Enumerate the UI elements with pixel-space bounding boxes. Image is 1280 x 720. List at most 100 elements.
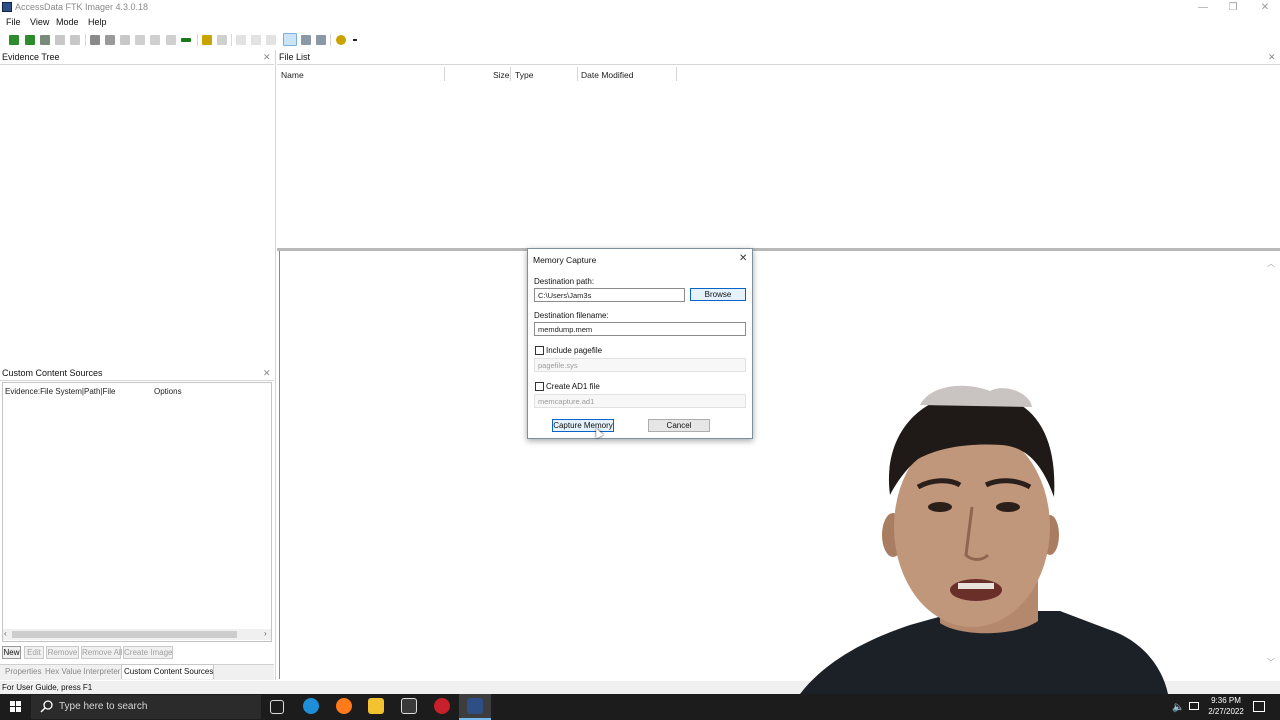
decrypt-icon[interactable]: [166, 35, 176, 45]
webcam-overlay: [790, 385, 1180, 694]
create-image-button[interactable]: Create Image: [123, 646, 173, 659]
create-disk-image-icon[interactable]: [90, 35, 100, 45]
edge-browser-icon[interactable]: [303, 698, 319, 714]
add-to-custom-content-icon[interactable]: [135, 35, 145, 45]
add-to-custom-icon[interactable]: [266, 35, 276, 45]
restore-icon[interactable]: ❐: [1218, 0, 1248, 15]
viewer-splitter[interactable]: [277, 248, 1280, 251]
browse-button[interactable]: Browse: [690, 288, 746, 301]
menu-view[interactable]: View: [30, 17, 49, 27]
dialog-title: Memory Capture: [533, 255, 597, 265]
file-list-title: File List: [279, 52, 311, 62]
remove-button[interactable]: Remove: [46, 646, 79, 659]
capture-memory-button[interactable]: Capture Memory: [552, 419, 614, 432]
volume-icon[interactable]: 🔈: [1172, 702, 1184, 713]
destination-path-field[interactable]: C:\Users\Jam3s: [534, 288, 685, 302]
create-ad1-label[interactable]: Create AD1 file: [546, 382, 600, 391]
app-logo-icon: [2, 2, 12, 12]
destination-filename-field[interactable]: memdump.mem: [534, 322, 746, 336]
add-all-evidence-icon[interactable]: [25, 35, 35, 45]
export-files-icon[interactable]: [236, 35, 246, 45]
toolbar: [0, 32, 1280, 49]
scroll-left-icon[interactable]: ‹: [4, 629, 7, 638]
minimize-icon[interactable]: —: [1188, 0, 1218, 15]
content-sources-close-icon[interactable]: ✕: [263, 368, 271, 379]
edit-button[interactable]: Edit: [24, 646, 44, 659]
windows-start-icon[interactable]: [10, 701, 21, 712]
memory-capture-dialog: Memory Capture ✕ Destination path: C:\Us…: [527, 248, 753, 439]
notifications-icon[interactable]: [1253, 701, 1265, 712]
search-icon: [40, 700, 53, 713]
pane-divider[interactable]: [275, 50, 276, 680]
detect-encryption-icon[interactable]: [217, 35, 227, 45]
auto-view-icon[interactable]: [283, 33, 297, 46]
tab-custom-content-sources[interactable]: Custom Content Sources: [124, 667, 213, 676]
close-window-icon[interactable]: ✕: [1250, 0, 1280, 15]
help-icon[interactable]: [336, 35, 346, 45]
network-icon[interactable]: [1189, 702, 1199, 710]
obtain-protected-files-icon[interactable]: [202, 35, 212, 45]
toolbar-separator: [231, 34, 232, 46]
create-ad1-checkbox[interactable]: [535, 382, 544, 391]
tab-hex-value-interpreter[interactable]: Hex Value Interpreter: [45, 667, 120, 676]
pagefile-field: pagefile.sys: [534, 358, 746, 372]
column-type[interactable]: Type: [515, 70, 533, 80]
add-evidence-icon[interactable]: [9, 35, 19, 45]
column-date-modified[interactable]: Date Modified: [581, 70, 633, 80]
ad1-field: memcapture.ad1: [534, 394, 746, 408]
recording-app-icon[interactable]: [434, 698, 450, 714]
viewer-border: [279, 251, 280, 679]
scroll-right-icon[interactable]: ›: [264, 629, 267, 638]
menu-bar: [0, 15, 1280, 31]
scrollbar-thumb[interactable]: [12, 631, 237, 638]
content-sources-title: Custom Content Sources: [2, 368, 103, 378]
export-logical-image-icon[interactable]: [120, 35, 130, 45]
clock-date[interactable]: 2/27/2022: [1204, 707, 1248, 716]
taskbar-search-placeholder[interactable]: Type here to search: [59, 701, 147, 712]
column-divider[interactable]: [444, 67, 445, 81]
content-sources-list[interactable]: [2, 382, 272, 642]
evidence-tree-close-icon[interactable]: ✕: [263, 52, 271, 63]
task-view-icon[interactable]: [270, 700, 284, 714]
firefox-icon[interactable]: [336, 698, 352, 714]
column-options[interactable]: Options: [154, 387, 182, 396]
export-file-hash-icon[interactable]: [251, 35, 261, 45]
column-divider[interactable]: [676, 67, 677, 81]
tab-properties[interactable]: Properties: [5, 667, 41, 676]
create-custom-content-icon[interactable]: [150, 35, 160, 45]
toolbar-more-icon[interactable]: [353, 39, 357, 41]
toolbar-separator: [330, 34, 331, 46]
viewer-scroll-down-icon[interactable]: ﹀: [1267, 657, 1275, 668]
clock-time[interactable]: 9:36 PM: [1207, 696, 1245, 705]
text-view-icon[interactable]: [301, 35, 311, 45]
file-list-header: [277, 50, 1280, 65]
capture-memory-icon[interactable]: [181, 38, 191, 42]
menu-help[interactable]: Help: [88, 17, 107, 27]
toolbar-separator: [197, 34, 198, 46]
new-button[interactable]: New: [2, 646, 21, 659]
store-icon[interactable]: [401, 698, 417, 714]
remove-all-evidence-icon[interactable]: [70, 35, 80, 45]
column-size[interactable]: Size: [493, 70, 510, 80]
dialog-close-icon[interactable]: ✕: [739, 253, 747, 264]
column-divider[interactable]: [510, 67, 511, 81]
export-disk-image-icon[interactable]: [105, 35, 115, 45]
remove-all-button[interactable]: Remove All: [81, 646, 122, 659]
viewer-scroll-up-icon[interactable]: ︿: [1267, 258, 1275, 269]
menu-file[interactable]: File: [6, 17, 21, 27]
hex-view-icon[interactable]: [316, 35, 326, 45]
evidence-tree-title: Evidence Tree: [2, 52, 60, 62]
image-mounting-icon[interactable]: [40, 35, 50, 45]
ftk-imager-taskbar-icon[interactable]: [467, 698, 483, 714]
column-evidence-path[interactable]: Evidence:File System|Path|File: [5, 387, 115, 396]
column-name[interactable]: Name: [281, 70, 304, 80]
include-pagefile-label[interactable]: Include pagefile: [546, 346, 602, 355]
file-list-close-icon[interactable]: ✕: [1268, 52, 1276, 63]
cancel-button[interactable]: Cancel: [648, 419, 710, 432]
status-text: For User Guide, press F1: [2, 683, 93, 692]
include-pagefile-checkbox[interactable]: [535, 346, 544, 355]
column-divider[interactable]: [577, 67, 578, 81]
file-explorer-icon[interactable]: [368, 698, 384, 714]
remove-evidence-icon[interactable]: [55, 35, 65, 45]
menu-mode[interactable]: Mode: [56, 17, 79, 27]
